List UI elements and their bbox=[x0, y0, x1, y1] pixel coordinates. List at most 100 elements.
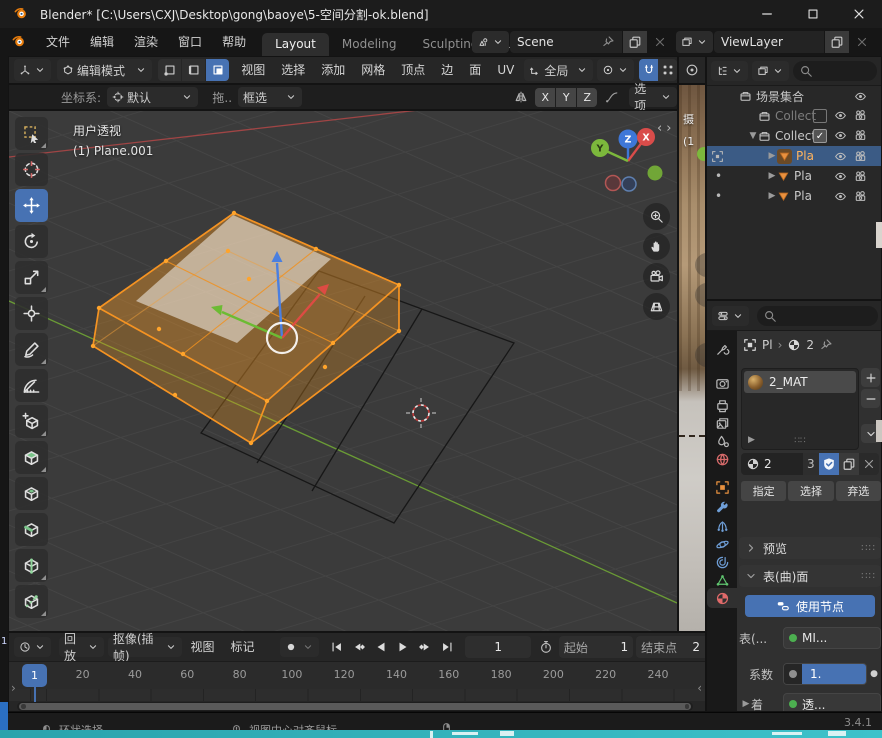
button-指定[interactable]: 指定 bbox=[741, 481, 786, 501]
properties-tab-particles[interactable] bbox=[707, 516, 737, 536]
disable-in-renders-toggle[interactable] bbox=[854, 150, 867, 163]
properties-editor-type-button[interactable] bbox=[712, 306, 749, 326]
face-select-button[interactable] bbox=[206, 59, 229, 81]
expand-toggle[interactable]: ▶ bbox=[767, 171, 777, 181]
jump-to-start-button[interactable] bbox=[327, 637, 347, 657]
outliner-row-Pla[interactable]: •▶Pla bbox=[707, 166, 881, 186]
timeline-menu-视图[interactable]: 视图 bbox=[182, 634, 222, 660]
mirror-icon[interactable] bbox=[514, 90, 528, 104]
disable-in-renders-toggle[interactable] bbox=[854, 190, 867, 203]
outliner-editor-type-button[interactable] bbox=[711, 61, 748, 81]
pan-button[interactable] bbox=[643, 233, 670, 260]
expand-toggle[interactable]: ▶ bbox=[767, 151, 777, 161]
tool-measure-button[interactable] bbox=[15, 369, 48, 402]
unlink-scene-button[interactable] bbox=[648, 31, 672, 53]
play-reverse-button[interactable] bbox=[371, 637, 391, 657]
viewport-menu-选择[interactable]: 选择 bbox=[273, 57, 313, 83]
properties-tab-constraints[interactable] bbox=[707, 552, 737, 572]
viewport-canvas[interactable]: Z X Y bbox=[9, 111, 677, 631]
mode-dropdown[interactable]: 编辑模式 bbox=[57, 59, 152, 81]
proportional-falloff-icon[interactable] bbox=[605, 90, 619, 104]
stopwatch-icon[interactable] bbox=[539, 640, 553, 654]
outliner-row-Collect[interactable]: Collect bbox=[707, 106, 881, 126]
collection-checkbox[interactable] bbox=[813, 109, 827, 123]
disable-in-renders-toggle[interactable] bbox=[854, 170, 867, 183]
minimize-button[interactable] bbox=[744, 0, 790, 28]
zoom-button[interactable] bbox=[643, 203, 670, 230]
maximize-button[interactable] bbox=[790, 0, 836, 28]
properties-search-input[interactable] bbox=[757, 306, 878, 326]
workspace-tab-layout[interactable]: Layout bbox=[262, 33, 329, 56]
scene-browse-button[interactable] bbox=[472, 31, 509, 53]
viewport-menu-添加[interactable]: 添加 bbox=[313, 57, 353, 83]
viewport-menu-网格[interactable]: 网格 bbox=[353, 57, 393, 83]
properties-tab-object-data[interactable] bbox=[707, 570, 737, 590]
tool-cursor-button[interactable] bbox=[15, 153, 48, 186]
unlink-material-button[interactable] bbox=[859, 453, 879, 475]
viewlayer-browse-button[interactable] bbox=[676, 31, 713, 53]
outliner-display-mode-button[interactable] bbox=[752, 61, 789, 81]
menu-编辑[interactable]: 编辑 bbox=[80, 29, 124, 55]
timeline-menu-标记[interactable]: 标记 bbox=[222, 634, 262, 660]
outliner-row-场景集合[interactable]: 场景集合 bbox=[707, 86, 881, 106]
tool-annotate-button[interactable] bbox=[15, 333, 48, 366]
pin-icon[interactable] bbox=[819, 338, 833, 352]
resize-grip[interactable]: ∷∷ bbox=[794, 436, 805, 446]
timeline-ruler[interactable]: 20406080100120140160180200220240 1 bbox=[9, 661, 705, 690]
tool-add-cube-button[interactable] bbox=[15, 405, 48, 438]
viewport-menu-视图[interactable]: 视图 bbox=[233, 57, 273, 83]
viewport[interactable]: Z X Y 用户透视 (1) Plane.001 ‹› bbox=[8, 110, 678, 632]
tool-move-button[interactable] bbox=[15, 189, 48, 222]
editor-type-button[interactable] bbox=[14, 59, 51, 81]
options-dropdown[interactable]: 选项 bbox=[629, 87, 677, 107]
breadcrumb-object[interactable]: Pl bbox=[762, 338, 773, 352]
material-slot[interactable]: 2_MAT bbox=[744, 371, 856, 393]
properties-tab-world[interactable] bbox=[707, 449, 737, 469]
expand-toggle[interactable]: ▶ bbox=[767, 191, 777, 201]
surface-panel-header[interactable]: 表(曲)面∷∷ bbox=[739, 565, 881, 587]
button-弃选[interactable]: 弃选 bbox=[836, 481, 881, 501]
expand-toggle[interactable]: ▼ bbox=[748, 131, 758, 141]
animate-dot[interactable]: ● bbox=[867, 669, 881, 679]
axis-toggle-y[interactable]: Y bbox=[556, 88, 576, 107]
camera-view-button[interactable] bbox=[643, 263, 670, 290]
expand-arrow[interactable]: ▶ bbox=[748, 435, 755, 445]
jump-to-end-button[interactable] bbox=[437, 637, 457, 657]
add-slot-button[interactable] bbox=[861, 368, 880, 387]
viewport-menu-面[interactable]: 面 bbox=[461, 57, 489, 83]
close-button[interactable] bbox=[836, 0, 882, 28]
blender-menu-button[interactable] bbox=[12, 34, 28, 50]
properties-tab-scene[interactable] bbox=[707, 431, 737, 451]
tool-rotate-button[interactable] bbox=[15, 225, 48, 258]
region-toggle-arrows[interactable]: ‹› bbox=[657, 121, 675, 136]
keying-dropdown[interactable]: 抠像(插帧) bbox=[108, 637, 183, 657]
hide-in-viewport-toggle[interactable] bbox=[834, 170, 847, 183]
menu-帮助[interactable]: 帮助 bbox=[212, 29, 256, 55]
workspace-tab-modeling[interactable]: Modeling bbox=[329, 33, 410, 56]
pivot-dropdown[interactable] bbox=[597, 59, 634, 81]
button-选择[interactable]: 选择 bbox=[788, 481, 833, 501]
viewport-menu-边[interactable]: 边 bbox=[433, 57, 461, 83]
outliner-row-Pla[interactable]: ▶Pla bbox=[707, 146, 881, 166]
end-frame-field[interactable]: 结束点2 bbox=[636, 636, 705, 658]
next-keyframe-button[interactable] bbox=[415, 637, 435, 657]
material-name-field[interactable]: 2 bbox=[741, 453, 803, 475]
current-frame-field[interactable]: 1 bbox=[465, 636, 530, 658]
tool-tweak-select-button[interactable] bbox=[15, 117, 48, 150]
perspective-toggle-button[interactable] bbox=[643, 293, 670, 320]
edge-select-button[interactable] bbox=[182, 59, 205, 81]
viewport-menu-顶点[interactable]: 顶点 bbox=[393, 57, 433, 83]
properties-tab-object[interactable] bbox=[707, 477, 737, 497]
properties-tab-physics[interactable] bbox=[707, 534, 737, 554]
start-frame-field[interactable]: 起始1 bbox=[559, 636, 633, 658]
users-count-badge[interactable]: 3 bbox=[803, 453, 819, 475]
camera-strip-header[interactable] bbox=[678, 56, 706, 84]
tool-scale-button[interactable] bbox=[15, 261, 48, 294]
navigation-gizmo[interactable]: Z X Y bbox=[591, 128, 663, 191]
properties-tab-tool[interactable] bbox=[707, 339, 737, 359]
tool-bevel-button[interactable] bbox=[15, 513, 48, 546]
timeline-channels[interactable] bbox=[9, 689, 705, 701]
preview-panel-header[interactable]: 预览∷∷ bbox=[739, 537, 881, 559]
axis-toggle-z[interactable]: Z bbox=[577, 88, 597, 107]
scene-name-field[interactable]: Scene bbox=[510, 31, 622, 53]
